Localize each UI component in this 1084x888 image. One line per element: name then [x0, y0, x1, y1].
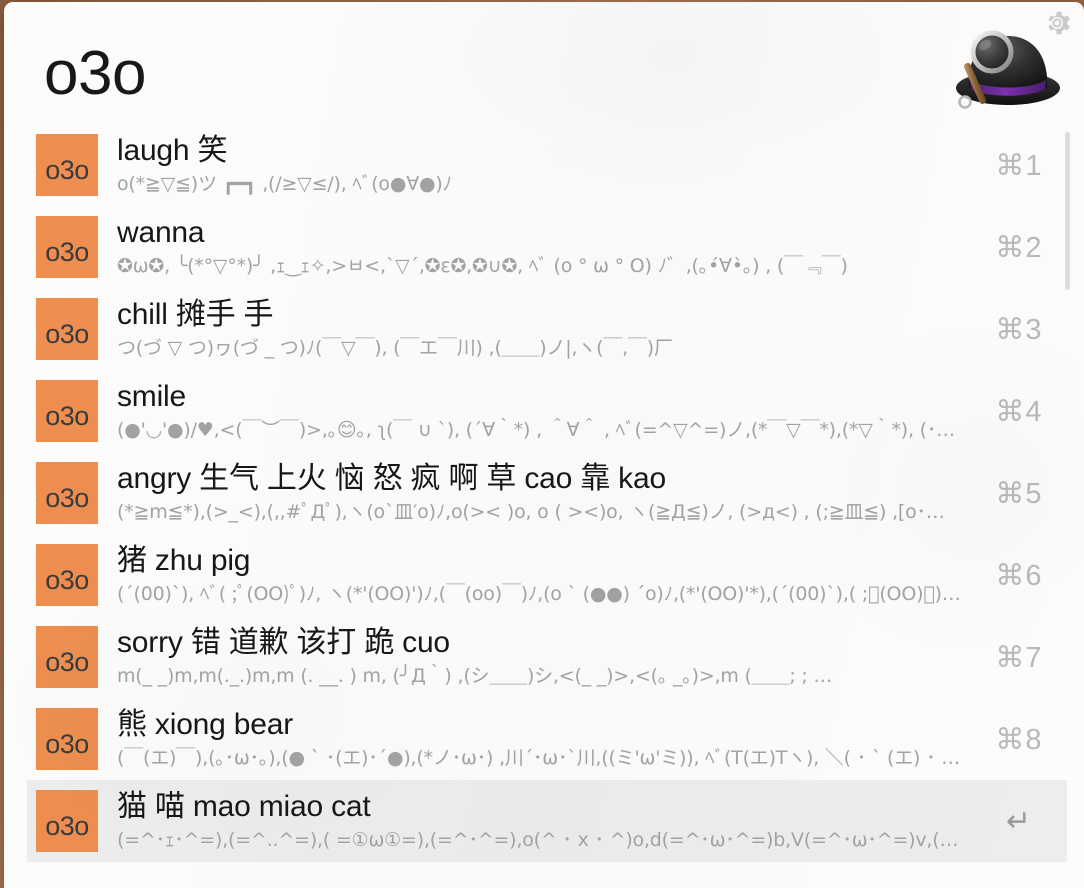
result-subtitle: つ(づ ▽ つ)ヮ(づ _ つ)ﾉ(￣▽￣), (￣エ￣川) ,(＿＿)ノ|,ヽ… — [117, 337, 673, 359]
result-subtitle: o(*≧▽≦)ツ ┏━┓ ,(/≥▽≤/), ﾍﾞ(o●∀●)ﾉ — [117, 173, 452, 195]
result-shortcut: ⌘6 — [995, 559, 1043, 592]
result-subtitle: (´(00)`), ﾍﾞ( ;ﾟ(OO)ﾟ)ﾉ, ヽ(*'(OO)')ﾉ,(￣(… — [117, 583, 963, 605]
result-icon: o3o — [36, 708, 98, 770]
alfred-hat-icon — [956, 30, 1060, 109]
result-icon: o3o — [36, 216, 98, 278]
search-input[interactable] — [44, 38, 884, 110]
result-text: 熊 xiong bear (￣(エ)￣),(｡･ω･｡),(● ` ･(エ)･´… — [98, 707, 971, 771]
result-text: smile (●'◡'●)/♥,<(￣︶￣)>,｡😊｡, ʅ(￣ ∪ ˋ), (… — [98, 379, 971, 443]
result-shortcut: ⌘1 — [995, 149, 1043, 182]
result-row[interactable]: o3o laugh 笑 o(*≧▽≦)ツ ┏━┓ ,(/≥▽≤/), ﾍﾞ(o●… — [27, 124, 1067, 206]
result-row[interactable]: o3o 熊 xiong bear (￣(エ)￣),(｡･ω･｡),(● ` ･(… — [27, 698, 1067, 780]
result-shortcut: ⌘4 — [995, 395, 1043, 428]
search-bar — [4, 2, 1084, 124]
result-shortcut: ⌘2 — [995, 231, 1043, 264]
result-icon: o3o — [36, 790, 98, 852]
result-icon: o3o — [36, 380, 98, 442]
result-subtitle: ✪ω✪, ╰(*°▽°*)╯ ,ｪ‿ｪ✧,>ㅂ<,`▽´,✪ε✪,✪∪✪, ﾍﾞ… — [117, 255, 848, 277]
result-text: angry 生气 上火 恼 怒 疯 啊 草 cao 靠 kao (*≧m≦*),… — [98, 461, 971, 525]
result-text: wanna ✪ω✪, ╰(*°▽°*)╯ ,ｪ‿ｪ✧,>ㅂ<,`▽´,✪ε✪,✪… — [98, 215, 971, 279]
result-shortcut: ⌘7 — [995, 641, 1043, 674]
result-title: 熊 xiong bear — [117, 708, 294, 741]
result-shortcut: ⌘8 — [995, 723, 1043, 756]
result-title: laugh 笑 — [117, 134, 228, 167]
result-text: laugh 笑 o(*≧▽≦)ツ ┏━┓ ,(/≥▽≤/), ﾍﾞ(o●∀●)ﾉ — [98, 133, 971, 197]
result-row[interactable]: o3o wanna ✪ω✪, ╰(*°▽°*)╯ ,ｪ‿ｪ✧,>ㅂ<,`▽´,✪… — [27, 206, 1067, 288]
result-subtitle: (=^･ｪ･^=),(=^..^=),( =①ω①=),(=^･^=),o(^ … — [117, 829, 963, 851]
result-title: wanna — [117, 216, 205, 249]
result-row-selected[interactable]: o3o 猫 喵 mao miao cat (=^･ｪ･^=),(=^..^=),… — [27, 780, 1067, 862]
result-subtitle: m(_ _)m,m(._.)m,m (. __. ) m, (╯Д｀) ,(シ＿… — [117, 665, 833, 687]
result-shortcut: ⌘3 — [995, 313, 1043, 346]
result-title: 猪 zhu pig — [117, 544, 251, 577]
result-row[interactable]: o3o angry 生气 上火 恼 怒 疯 啊 草 cao 靠 kao (*≧m… — [27, 452, 1067, 534]
result-title: angry 生气 上火 恼 怒 疯 啊 草 cao 靠 kao — [117, 462, 666, 495]
results-scrollbar[interactable] — [1064, 130, 1070, 882]
result-title: sorry 错 道歉 该打 跪 cuo — [117, 626, 450, 659]
result-title: smile — [117, 380, 187, 413]
result-title: chill 摊手 手 — [117, 298, 274, 331]
result-icon: o3o — [36, 462, 98, 524]
results-list[interactable]: o3o laugh 笑 o(*≧▽≦)ツ ┏━┓ ,(/≥▽≤/), ﾍﾞ(o●… — [4, 124, 1084, 888]
result-icon: o3o — [36, 134, 98, 196]
alfred-window: o3o laugh 笑 o(*≧▽≦)ツ ┏━┓ ,(/≥▽≤/), ﾍﾞ(o●… — [4, 2, 1084, 888]
result-row[interactable]: o3o smile (●'◡'●)/♥,<(￣︶￣)>,｡😊｡, ʅ(￣ ∪ ˋ… — [27, 370, 1067, 452]
result-icon: o3o — [36, 298, 98, 360]
result-text: sorry 错 道歉 该打 跪 cuo m(_ _)m,m(._.)m,m (.… — [98, 625, 971, 689]
return-key-icon: ↵ — [1005, 804, 1033, 838]
result-row[interactable]: o3o sorry 错 道歉 该打 跪 cuo m(_ _)m,m(._.)m,… — [27, 616, 1067, 698]
result-subtitle: (￣(エ)￣),(｡･ω･｡),(● ` ･(エ)･´●),(*ノ･ω･) ,川… — [117, 747, 963, 769]
result-text: 猪 zhu pig (´(00)`), ﾍﾞ( ;ﾟ(OO)ﾟ)ﾉ, ヽ(*'(… — [98, 543, 971, 607]
result-icon: o3o — [36, 544, 98, 606]
result-subtitle: (*≧m≦*),(>_<),(,,#ﾟДﾟ),ヽ(o`皿′o)ﾉ,o(>< )o… — [117, 501, 945, 523]
result-text: chill 摊手 手 つ(づ ▽ つ)ヮ(づ _ つ)ﾉ(￣▽￣), (￣エ￣川… — [98, 297, 971, 361]
results-scrollbar-thumb[interactable] — [1065, 132, 1070, 290]
result-subtitle: (●'◡'●)/♥,<(￣︶￣)>,｡😊｡, ʅ(￣ ∪ ˋ), (´∀｀*) … — [117, 419, 963, 441]
result-row[interactable]: o3o 猪 zhu pig (´(00)`), ﾍﾞ( ;ﾟ(OO)ﾟ)ﾉ, ヽ… — [27, 534, 1067, 616]
result-icon: o3o — [36, 626, 98, 688]
result-shortcut: ⌘5 — [995, 477, 1043, 510]
result-row[interactable]: o3o chill 摊手 手 つ(づ ▽ つ)ヮ(づ _ つ)ﾉ(￣▽￣), (… — [27, 288, 1067, 370]
result-title: 猫 喵 mao miao cat — [117, 790, 371, 823]
result-text: 猫 喵 mao miao cat (=^･ｪ･^=),(=^..^=),( =①… — [98, 789, 971, 853]
